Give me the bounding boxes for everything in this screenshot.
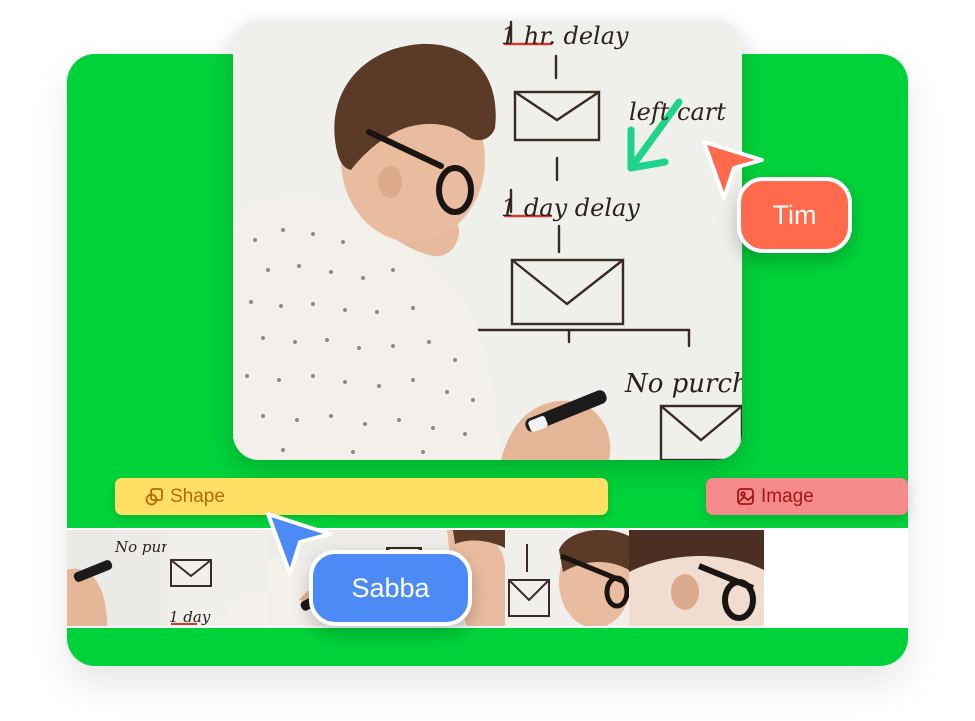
sabba-name: Sabba bbox=[351, 572, 430, 603]
editor-canvas: 1 hr. delay left cart 1 day delay No pur… bbox=[0, 0, 975, 721]
whiteboard-text-4: No purch bbox=[624, 369, 742, 399]
whiteboard-text-1: 1 hr. delay bbox=[501, 22, 629, 50]
sabba-name-tag: Sabba bbox=[309, 550, 472, 626]
tim-name: Tim bbox=[772, 199, 817, 230]
filmstrip-frame-6[interactable] bbox=[629, 530, 764, 626]
whiteboard-text-2: left cart bbox=[629, 98, 726, 126]
frame-text-1: No purc bbox=[114, 538, 167, 556]
image-icon bbox=[736, 487, 755, 506]
filmstrip-frame-5[interactable] bbox=[505, 530, 629, 626]
image-track[interactable]: Image bbox=[706, 478, 908, 515]
tim-name-tag: Tim bbox=[737, 177, 852, 253]
image-track-label: Image bbox=[761, 485, 814, 507]
filmstrip-frame-2[interactable]: 1 day bbox=[167, 530, 269, 626]
whiteboard-text-3: 1 day delay bbox=[501, 194, 640, 222]
video-filmstrip[interactable]: No purc 1 day bbox=[67, 528, 908, 628]
filmstrip-frame-1[interactable]: No purc bbox=[67, 530, 167, 626]
shape-track-label: Shape bbox=[170, 485, 225, 507]
hero-image[interactable]: 1 hr. delay left cart 1 day delay No pur… bbox=[233, 20, 742, 460]
shape-track[interactable]: Shape bbox=[115, 478, 608, 515]
shape-icon bbox=[145, 487, 164, 506]
